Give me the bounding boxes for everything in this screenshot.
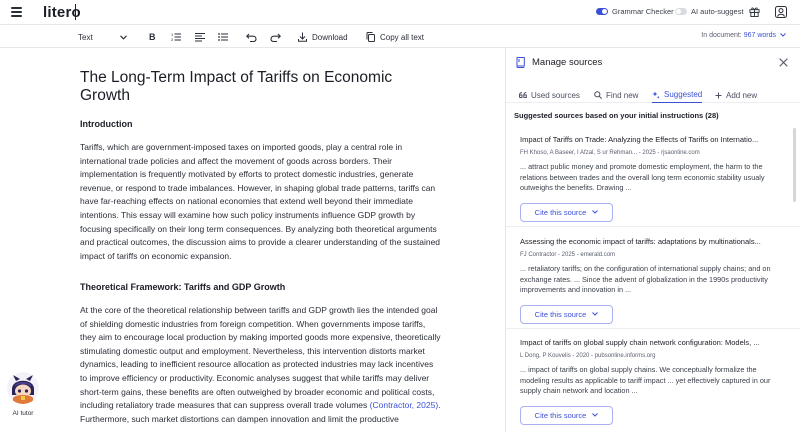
cite-source-button[interactable]: Cite this source [520,202,613,222]
tab-add-new-label: Add new [726,90,758,100]
source-meta: FJ Contractor - 2025 - emerald.com [520,252,616,258]
close-icon[interactable] [779,58,788,67]
chevron-down-icon [592,413,599,417]
tab-used-sources[interactable]: Used sources [519,87,580,103]
panel-scrollbar[interactable] [793,128,796,202]
sources-tabs: Used sources Find new Suggested Add new [506,83,800,103]
tab-find-new[interactable]: Find new [594,87,638,103]
document-title[interactable]: The Long-Term Impact of Tariffs on Econo… [80,69,420,105]
quote-icon [519,92,527,98]
book-icon [516,57,525,68]
cite-source-label: Cite this source [534,410,587,420]
section-heading-introduction[interactable]: Introduction [80,119,133,129]
source-snippet: ... attract public money and promote dom… [520,162,765,193]
chevron-down-icon [592,312,599,316]
manage-sources-panel: Manage sources Used sources Find new Sug… [505,48,800,432]
grammar-checker-label: Grammar Checker [612,7,674,16]
source-snippet: ... retaliatory tariffs; on the configur… [520,264,771,295]
source-meta: L Dong, P Kouvelis - 2020 - pubsonline.i… [520,353,656,359]
ai-autosuggest-label: AI auto-suggest [691,7,744,16]
sparkle-icon [652,91,660,99]
framework-text: At the core of the theoretical relations… [80,305,441,411]
copy-all-label: Copy all text [380,32,425,42]
tab-suggested-label: Suggested [664,90,703,99]
ai-tutor-button[interactable]: AI tutor [6,372,40,420]
source-card: Impact of Tariffs on Trade: Analyzing th… [520,135,782,222]
download-icon [298,32,307,42]
paragraph-framework[interactable]: At the core of the theoretical relations… [80,304,442,426]
chevron-down-icon [592,210,599,214]
word-count-value: 967 words [743,32,776,39]
cite-source-label: Cite this source [534,309,587,319]
word-count-prefix: In document: [701,32,742,39]
text-cursor [75,4,76,20]
paragraph-introduction[interactable]: Tariffs, which are government-imposed ta… [80,141,442,263]
document-word-count[interactable]: In document: 967 words [701,32,776,39]
copy-all-button[interactable]: Copy all text [366,30,424,44]
source-snippet: ... impact of tariffs on global supply c… [520,365,771,396]
text-style-value: Text [78,32,93,42]
align-left-icon[interactable] [195,30,205,44]
card-divider [506,328,800,329]
grammar-checker-toggle[interactable]: Grammar Checker [596,7,674,16]
svg-text:2: 2 [171,37,174,42]
source-meta: FH Khoso, A Baseer, I Afzal, S ur Rehman… [520,150,700,156]
menu-icon[interactable] [11,7,22,17]
source-title[interactable]: Assessing the economic impact of tariffs… [520,237,782,246]
download-button[interactable]: Download [298,30,348,44]
tab-used-sources-label: Used sources [531,90,580,100]
text-style-select[interactable]: Text [78,30,127,44]
card-divider [506,226,800,227]
redo-icon[interactable] [270,30,281,44]
ai-tutor-label: AI tutor [12,410,34,417]
tab-add-new[interactable]: Add new [715,87,757,103]
download-label: Download [312,32,348,42]
toggle-switch-off[interactable] [675,8,687,15]
panel-title: Manage sources [532,57,603,68]
plus-icon [715,92,722,98]
panel-header: Manage sources [516,57,602,68]
editor-toolbar: Text B 12 Download Copy all text In docu… [0,25,800,48]
inline-citation[interactable]: (Contractor, 2025) [370,400,439,410]
chevron-down-icon [119,34,127,40]
numbered-list-icon[interactable]: 12 [171,30,181,44]
toggle-switch-on[interactable] [596,8,608,15]
cite-source-button[interactable]: Cite this source [520,405,613,425]
section-heading-framework[interactable]: Theoretical Framework: Tariffs and GDP G… [80,282,285,292]
cite-source-button[interactable]: Cite this source [520,304,613,324]
gift-icon[interactable] [749,6,760,17]
user-icon[interactable] [775,6,787,18]
bullet-list-icon[interactable] [218,30,228,44]
tab-suggested[interactable]: Suggested [652,87,703,103]
ai-autosuggest-toggle[interactable]: AI auto-suggest [675,7,744,16]
tab-find-new-label: Find new [606,90,639,100]
search-icon [594,91,602,99]
source-title[interactable]: Impact of tariffs on global supply chain… [520,338,782,347]
undo-icon[interactable] [246,30,257,44]
top-bar: litero Grammar Checker AI auto-suggest [0,0,800,25]
chevron-down-icon[interactable] [780,33,786,37]
ai-tutor-avatar [7,372,39,404]
bold-icon[interactable]: B [149,30,156,44]
source-card: Assessing the economic impact of tariffs… [520,237,782,324]
suggested-sources-heading: Suggested sources based on your initial … [514,111,719,120]
cite-source-label: Cite this source [534,207,587,217]
source-title[interactable]: Impact of Tariffs on Trade: Analyzing th… [520,135,782,144]
source-card: Impact of tariffs on global supply chain… [520,338,782,425]
copy-icon [366,32,375,42]
